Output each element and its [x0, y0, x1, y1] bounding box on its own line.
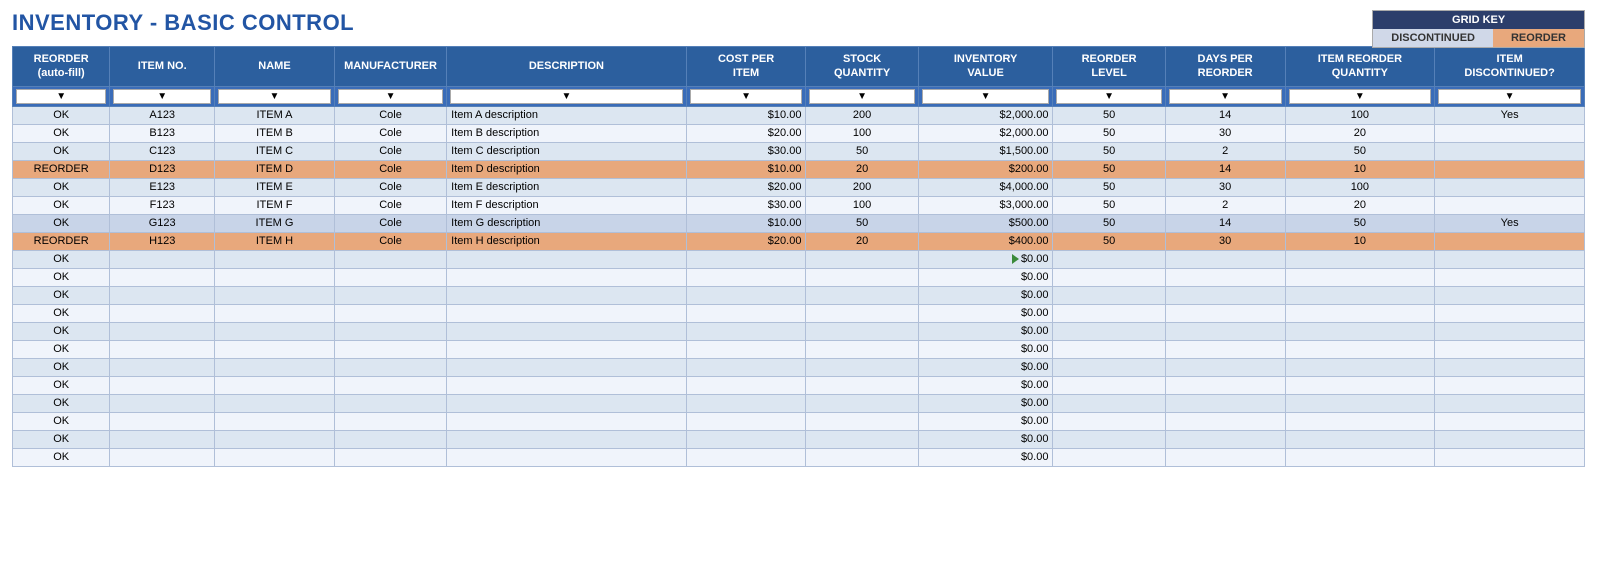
- table-row: OKF123ITEM FColeItem F description$30.00…: [13, 196, 1585, 214]
- filter-reorder[interactable]: ▼: [16, 89, 106, 104]
- table-row: OK$0.00: [13, 304, 1585, 322]
- filter-name[interactable]: ▼: [218, 89, 331, 104]
- table-row: OKB123ITEM BColeItem B description$20.00…: [13, 124, 1585, 142]
- table-row: REORDERH123ITEM HColeItem H description$…: [13, 232, 1585, 250]
- filter-daysper[interactable]: ▼: [1169, 89, 1282, 104]
- table-row: OK$0.00: [13, 394, 1585, 412]
- table-row: OKC123ITEM CColeItem C description$30.00…: [13, 142, 1585, 160]
- grid-key-discontinued: DISCONTINUED: [1373, 29, 1493, 47]
- filter-row: ▼ ▼ ▼ ▼ ▼ ▼ ▼ ▼ ▼ ▼ ▼ ▼: [13, 86, 1585, 106]
- table-row: OK$0.00: [13, 250, 1585, 268]
- filter-stock[interactable]: ▼: [809, 89, 914, 104]
- col-header-daysper: DAYS PERREORDER: [1165, 47, 1285, 87]
- table-row: OK$0.00: [13, 430, 1585, 448]
- grid-key-title: GRID KEY: [1373, 11, 1584, 29]
- grid-key-container: GRID KEY DISCONTINUED REORDER: [1372, 10, 1585, 48]
- table-row: OK$0.00: [13, 358, 1585, 376]
- inventory-table: REORDER(auto-fill) ITEM NO. NAME MANUFAC…: [12, 46, 1585, 467]
- col-header-name: NAME: [215, 47, 335, 87]
- col-header-invvalue: INVENTORYVALUE: [918, 47, 1053, 87]
- filter-reorderlevel[interactable]: ▼: [1056, 89, 1161, 104]
- filter-description[interactable]: ▼: [450, 89, 683, 104]
- col-header-itemreorderqty: ITEM REORDERQUANTITY: [1285, 47, 1435, 87]
- col-header-discontinued: ITEMDISCONTINUED?: [1435, 47, 1585, 87]
- table-row: OKG123ITEM GColeItem G description$10.00…: [13, 214, 1585, 232]
- filter-itemreorderqty[interactable]: ▼: [1289, 89, 1432, 104]
- col-header-manufacturer: MANUFACTURER: [334, 47, 446, 87]
- filter-discontinued[interactable]: ▼: [1438, 89, 1581, 104]
- table-row: OK$0.00: [13, 322, 1585, 340]
- filter-manufacturer[interactable]: ▼: [338, 89, 443, 104]
- filter-invvalue[interactable]: ▼: [922, 89, 1050, 104]
- table-row: OK$0.00: [13, 448, 1585, 466]
- col-header-itemno: ITEM NO.: [110, 47, 215, 87]
- table-row: REORDERD123ITEM DColeItem D description$…: [13, 160, 1585, 178]
- header-row: REORDER(auto-fill) ITEM NO. NAME MANUFAC…: [13, 47, 1585, 87]
- inventory-table-wrapper: REORDER(auto-fill) ITEM NO. NAME MANUFAC…: [12, 46, 1585, 467]
- col-header-cost: COST PERITEM: [686, 47, 806, 87]
- page-title: INVENTORY - BASIC CONTROL: [12, 10, 1585, 36]
- table-row: OKA123ITEM AColeItem A description$10.00…: [13, 106, 1585, 124]
- grid-key-reorder: REORDER: [1493, 29, 1584, 47]
- filter-cost[interactable]: ▼: [690, 89, 803, 104]
- col-header-reorderlevel: REORDERLEVEL: [1053, 47, 1165, 87]
- col-header-stock: STOCKQUANTITY: [806, 47, 918, 87]
- table-row: OK$0.00: [13, 286, 1585, 304]
- table-body: OKA123ITEM AColeItem A description$10.00…: [13, 106, 1585, 466]
- table-row: OK$0.00: [13, 340, 1585, 358]
- filter-itemno[interactable]: ▼: [113, 89, 211, 104]
- table-row: OKE123ITEM EColeItem E description$20.00…: [13, 178, 1585, 196]
- col-header-reorder: REORDER(auto-fill): [13, 47, 110, 87]
- table-row: OK$0.00: [13, 268, 1585, 286]
- table-row: OK$0.00: [13, 412, 1585, 430]
- col-header-description: DESCRIPTION: [447, 47, 687, 87]
- table-row: OK$0.00: [13, 376, 1585, 394]
